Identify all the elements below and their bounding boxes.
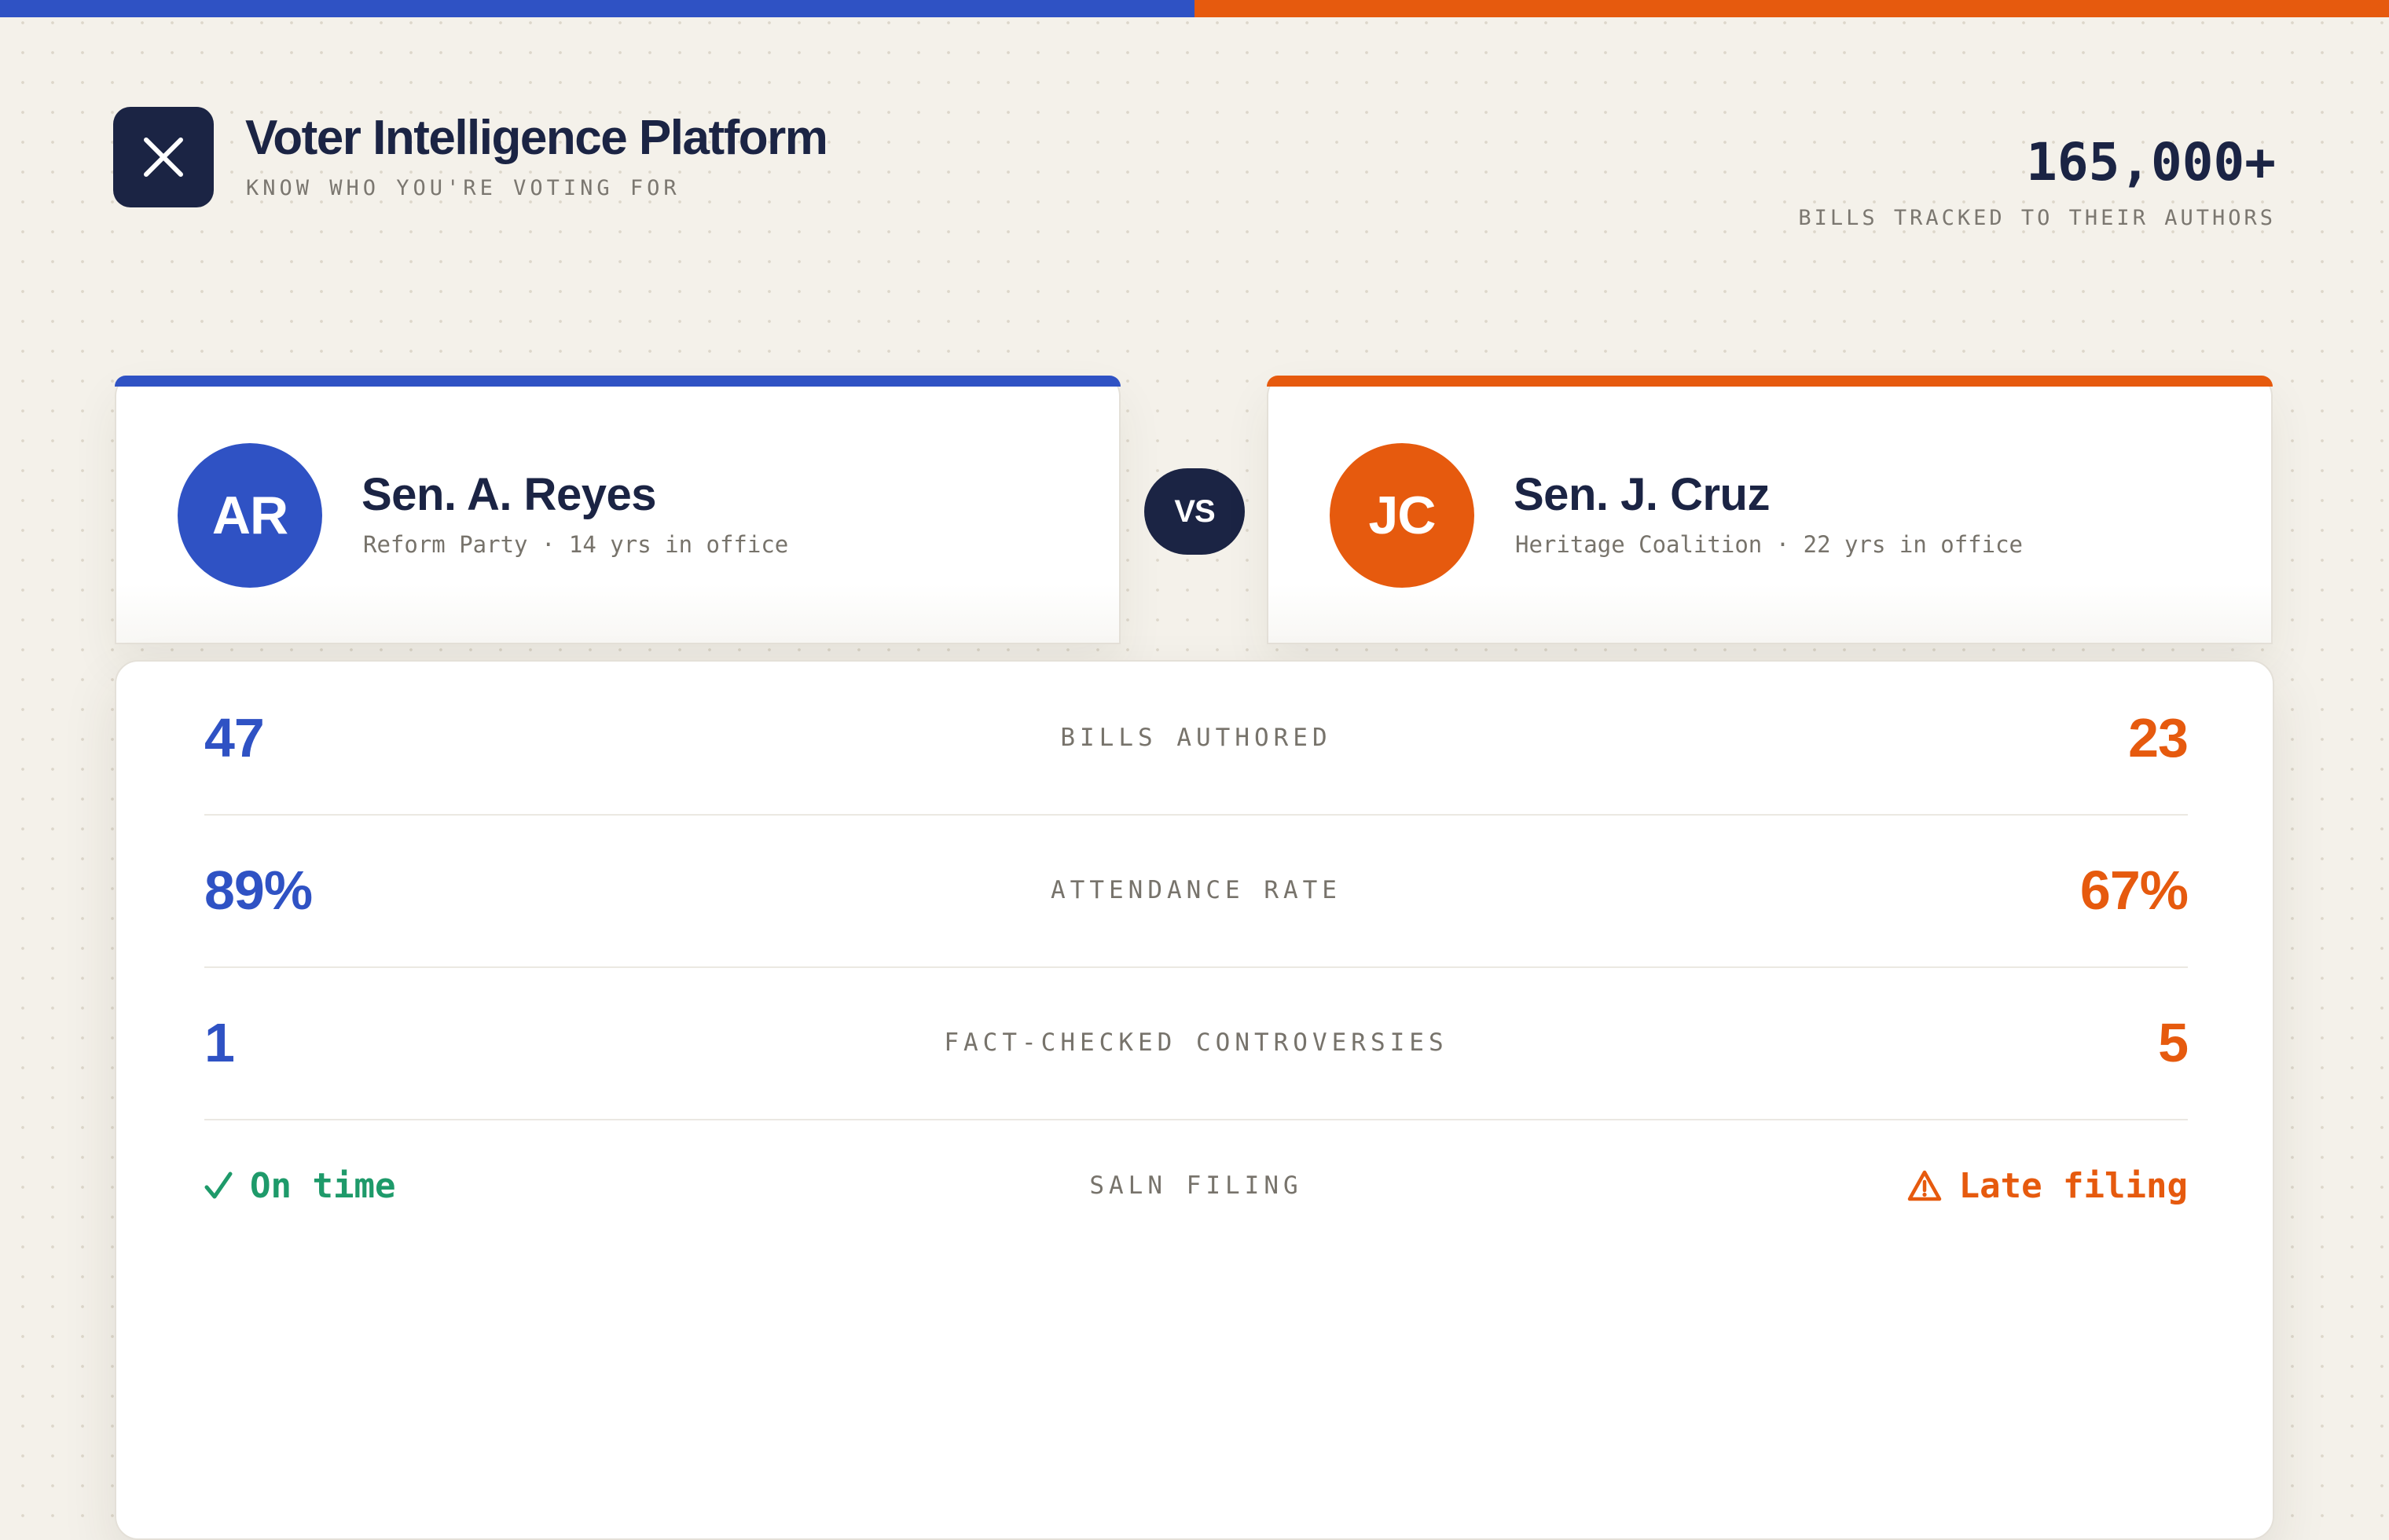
metric-row-controversies: 1 FACT-CHECKED CONTROVERSIES 5 <box>204 966 2189 1120</box>
close-x-icon <box>144 138 183 177</box>
candidate-name: Sen. J. Cruz <box>1514 469 1770 520</box>
saln-status-right: Late filing <box>1907 1119 2188 1252</box>
warning-icon <box>1907 1170 1941 1201</box>
candidate-meta: Heritage Coalition · 22 yrs in office <box>1515 531 2024 558</box>
metric-label: BILLS AUTHORED <box>1060 724 1332 752</box>
saln-status-text: Late filing <box>1958 1165 2188 1206</box>
candidate-meta: Reform Party · 14 yrs in office <box>363 531 789 558</box>
metric-value-right: 67% <box>2079 860 2189 921</box>
candidate-card-accent <box>1267 376 2273 387</box>
metric-label: SALN FILING <box>1089 1172 1303 1200</box>
metric-label: FACT-CHECKED CONTROVERSIES <box>944 1028 1448 1057</box>
candidate-card-cruz[interactable]: JC Sen. J. Cruz Heritage Coalition · 22 … <box>1267 376 2273 644</box>
candidate-name: Sen. A. Reyes <box>361 469 656 520</box>
vs-badge: VS <box>1144 468 1245 555</box>
bills-tracked-count: 165,000+ <box>2026 132 2276 192</box>
top-accent-bar <box>0 0 2389 17</box>
metric-row-saln-filing: On time SALN FILING Late filing <box>204 1119 2188 1252</box>
top-accent-orange <box>1194 0 2389 17</box>
top-accent-blue <box>0 0 1194 17</box>
comparison-card: 47 BILLS AUTHORED 23 89% ATTENDANCE RATE… <box>115 660 2274 1540</box>
metric-row-attendance-rate: 89% ATTENDANCE RATE 67% <box>204 814 2189 968</box>
metric-label: ATTENDANCE RATE <box>1051 876 1341 904</box>
app-title: Voter Intelligence Platform <box>245 111 828 165</box>
app-subtitle: KNOW WHO YOU'RE VOTING FOR <box>246 176 681 200</box>
candidate-card-reyes[interactable]: AR Sen. A. Reyes Reform Party · 14 yrs i… <box>115 376 1121 644</box>
app-logo[interactable] <box>113 107 214 207</box>
avatar: JC <box>1330 443 1474 588</box>
bills-tracked-label: BILLS TRACKED TO THEIR AUTHORS <box>1798 206 2276 230</box>
avatar: AR <box>178 443 322 588</box>
metric-row-bills-authored: 47 BILLS AUTHORED 23 <box>204 662 2189 816</box>
candidate-card-accent <box>115 376 1121 387</box>
metric-value-right: 23 <box>2128 707 2189 768</box>
metric-value-right: 5 <box>2158 1012 2189 1073</box>
